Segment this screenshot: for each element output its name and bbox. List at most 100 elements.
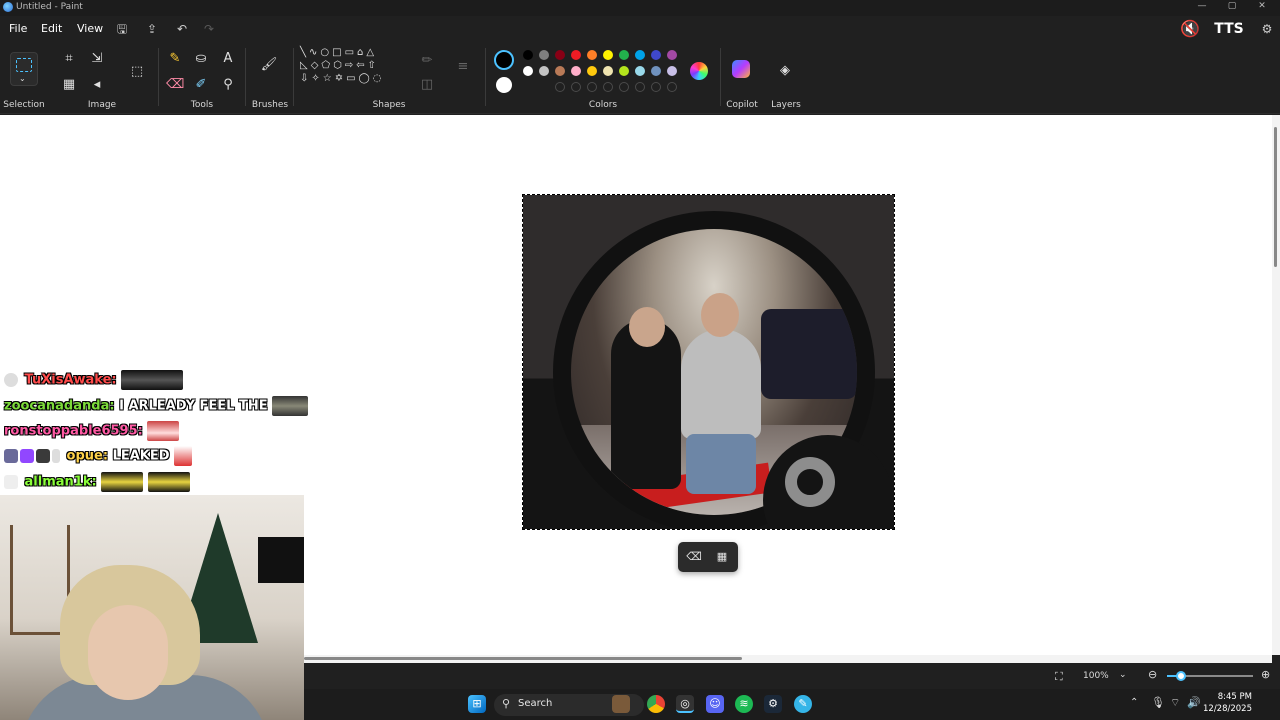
- color-swatch[interactable]: [635, 66, 645, 76]
- rotate-icon[interactable]: ◂: [88, 76, 106, 94]
- color-swatch[interactable]: [619, 66, 629, 76]
- remove-background-icon[interactable]: ⌫: [686, 549, 702, 565]
- menu-file[interactable]: File: [9, 22, 27, 35]
- secondary-color-swatch[interactable]: [496, 77, 512, 93]
- minimize-button[interactable]: —: [1192, 1, 1212, 14]
- chat-username: TuXisAwake:: [24, 372, 117, 388]
- chevron-down-icon[interactable]: ⌄: [19, 74, 26, 83]
- custom-color-slot[interactable]: [587, 82, 597, 92]
- color-swatch[interactable]: [651, 50, 661, 60]
- custom-color-slot[interactable]: [603, 82, 613, 92]
- crop-icon[interactable]: ⌗: [60, 50, 78, 68]
- scrollbar-thumb[interactable]: [304, 657, 742, 660]
- color-picker-icon[interactable]: ✐: [192, 76, 210, 94]
- rectangle-select-icon: [16, 58, 32, 72]
- pencil-icon[interactable]: ✎: [166, 50, 184, 68]
- custom-color-slot[interactable]: [667, 82, 677, 92]
- color-swatch[interactable]: [571, 50, 581, 60]
- color-swatch[interactable]: [587, 50, 597, 60]
- edit-colors-icon[interactable]: [690, 62, 708, 80]
- color-swatch[interactable]: [667, 66, 677, 76]
- color-swatch[interactable]: [571, 66, 581, 76]
- color-swatch[interactable]: [555, 66, 565, 76]
- color-swatch[interactable]: [539, 66, 549, 76]
- chrome-icon[interactable]: [647, 695, 665, 713]
- custom-color-slot[interactable]: [555, 82, 565, 92]
- paint-taskbar-icon[interactable]: ✎: [794, 695, 812, 713]
- skull-badge-icon: [4, 373, 18, 387]
- tv: [258, 537, 304, 583]
- zoom-out-icon[interactable]: ⊖: [1148, 668, 1157, 681]
- selection-marquee[interactable]: [522, 194, 895, 530]
- share-icon[interactable]: ⇪: [143, 20, 161, 38]
- color-swatch[interactable]: [667, 50, 677, 60]
- brush-icon[interactable]: 🖌: [260, 56, 278, 74]
- magnifier-icon[interactable]: ⚲: [219, 76, 237, 94]
- fit-to-window-icon[interactable]: ⛶: [1055, 670, 1063, 684]
- start-button-icon[interactable]: ⊞: [468, 695, 486, 713]
- taskbar-date[interactable]: 12/28/2025: [1192, 704, 1252, 714]
- color-swatch[interactable]: [603, 66, 613, 76]
- primary-color-swatch[interactable]: [494, 50, 514, 70]
- status-bar: [304, 663, 1280, 689]
- zoom-in-icon[interactable]: ⊕: [1261, 668, 1270, 681]
- color-swatch[interactable]: [651, 66, 661, 76]
- chat-message: zoocanadanda: I ARLEADY FEEL THE: [4, 396, 309, 418]
- custom-color-slot[interactable]: [619, 82, 629, 92]
- wifi-icon[interactable]: ⌔: [1170, 696, 1180, 710]
- color-swatch[interactable]: [555, 50, 565, 60]
- shape-size-icon[interactable]: ≡: [454, 58, 472, 76]
- chat-emote: [174, 446, 193, 466]
- obs-icon[interactable]: ◎: [676, 695, 694, 713]
- shape-outline-icon[interactable]: ✏: [418, 52, 436, 70]
- chat-text: I ARLEADY FEEL THE: [119, 398, 268, 414]
- color-swatch[interactable]: [619, 50, 629, 60]
- copilot-icon[interactable]: [732, 60, 750, 78]
- spotify-icon[interactable]: ≋: [735, 695, 753, 713]
- maximize-button[interactable]: ▢: [1222, 1, 1242, 14]
- eraser-icon[interactable]: ⌫: [166, 76, 184, 94]
- zoom-dropdown-chevron-icon[interactable]: ⌄: [1119, 670, 1127, 680]
- settings-gear-icon[interactable]: ⚙: [1258, 20, 1276, 38]
- custom-color-slot[interactable]: [571, 82, 581, 92]
- menu-edit[interactable]: Edit: [41, 22, 62, 35]
- color-swatch[interactable]: [587, 66, 597, 76]
- custom-color-slot[interactable]: [651, 82, 661, 92]
- horizontal-scrollbar[interactable]: [304, 655, 1272, 663]
- image-select-icon[interactable]: ▦: [60, 76, 78, 94]
- zoom-level[interactable]: 100%: [1083, 671, 1109, 681]
- taskbar-time[interactable]: 8:45 PM: [1192, 692, 1252, 702]
- microphone-icon[interactable]: 🎙: [1151, 696, 1165, 709]
- close-button[interactable]: ✕: [1252, 1, 1272, 14]
- select-pattern-icon[interactable]: ▦: [714, 549, 730, 565]
- chat-emote: [121, 370, 184, 390]
- shapes-gallery[interactable]: ╲∿○□▭⌂△ ◺◇⬠⬡⇨⇦⇧ ⇩✧☆✡▭◯◌: [300, 46, 404, 96]
- menu-view[interactable]: View: [77, 22, 103, 35]
- steam-icon[interactable]: ⚙: [764, 695, 782, 713]
- color-swatch[interactable]: [523, 66, 533, 76]
- scrollbar-thumb[interactable]: [1274, 127, 1277, 267]
- resize-icon[interactable]: ⇲: [88, 50, 106, 68]
- fill-bucket-icon[interactable]: ⛀: [192, 50, 210, 68]
- shape-fill-icon[interactable]: ◫: [418, 76, 436, 94]
- redo-icon[interactable]: ↷: [200, 20, 218, 38]
- text-tool-icon[interactable]: A: [219, 50, 237, 68]
- vertical-scrollbar[interactable]: [1272, 115, 1280, 655]
- selection-tool-button[interactable]: ⌄: [10, 52, 38, 86]
- layers-icon[interactable]: ◈: [776, 62, 794, 80]
- chat-username: allman1k:: [24, 474, 97, 490]
- custom-color-slot[interactable]: [635, 82, 645, 92]
- tray-chevron-up-icon[interactable]: ⌃: [1130, 697, 1138, 708]
- save-icon[interactable]: 🖫: [113, 20, 131, 38]
- color-swatch[interactable]: [539, 50, 549, 60]
- zoom-slider-thumb[interactable]: [1176, 671, 1186, 681]
- undo-icon[interactable]: ↶: [173, 20, 191, 38]
- menu-bar: File Edit View 🖫 ⇪ ↶ ↷ 🔇 TTS ⚙: [0, 16, 1280, 42]
- remove-background-icon[interactable]: ⬚: [128, 63, 146, 81]
- color-swatch[interactable]: [603, 50, 613, 60]
- discord-icon[interactable]: ☺: [706, 695, 724, 713]
- color-swatch[interactable]: [523, 50, 533, 60]
- color-swatch[interactable]: [635, 50, 645, 60]
- group-label-copilot: Copilot: [726, 100, 758, 110]
- ribbon-divider: [245, 48, 246, 106]
